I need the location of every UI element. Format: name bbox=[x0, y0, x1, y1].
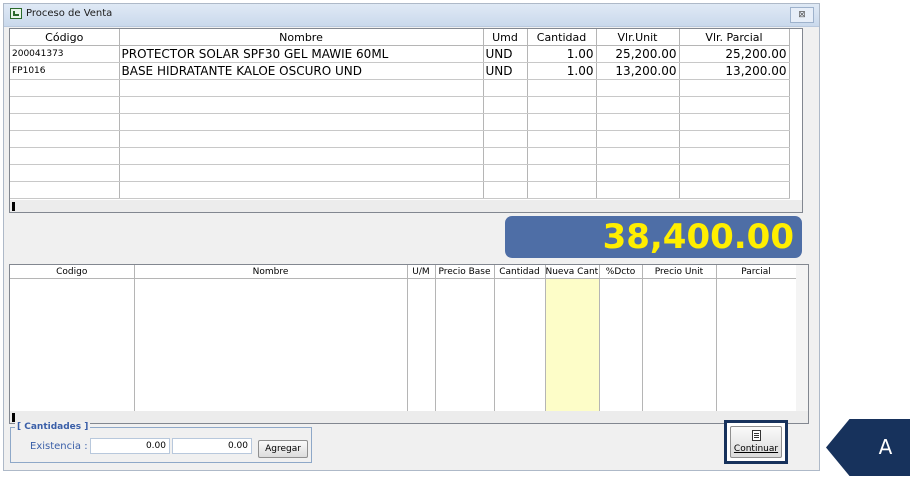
grid-header-row: Codigo Nombre U/M Precio Base Cantidad N… bbox=[10, 265, 797, 279]
app-icon bbox=[10, 8, 22, 19]
cell-nombre[interactable]: PROTECTOR SOLAR SPF30 GEL MAWIE 60ML bbox=[119, 45, 484, 63]
existencia-field[interactable]: 0.00 bbox=[90, 438, 170, 454]
cell-codigo[interactable]: FP1016 bbox=[10, 62, 120, 80]
callout-label: A bbox=[878, 435, 893, 459]
document-icon bbox=[752, 430, 761, 441]
column-header-precio-base[interactable]: Precio Base bbox=[435, 265, 495, 279]
table-row[interactable]: FP1016 BASE HIDRATANTE KALOE OSCURO UND … bbox=[10, 62, 790, 80]
empty-row[interactable] bbox=[10, 278, 797, 411]
empty-row[interactable] bbox=[10, 79, 790, 97]
window-title: Proceso de Venta bbox=[26, 8, 113, 19]
grid-vertical-scrollbar[interactable] bbox=[796, 265, 808, 411]
column-header-cantidad[interactable]: Cantidad bbox=[494, 265, 546, 279]
cell-cantidad[interactable]: 1.00 bbox=[527, 45, 597, 63]
cell-cantidad[interactable]: 1.00 bbox=[527, 62, 597, 80]
empty-row[interactable] bbox=[10, 181, 790, 199]
grid-horizontal-scrollbar[interactable] bbox=[10, 200, 802, 212]
cell-umd[interactable]: UND bbox=[483, 62, 528, 80]
cell-vlr-unit[interactable]: 13,200.00 bbox=[596, 62, 680, 80]
cantidades-title: [ Cantidades ] bbox=[15, 422, 91, 432]
column-header-precio-unit[interactable]: Precio Unit bbox=[642, 265, 717, 279]
column-header-dcto[interactable]: %Dcto bbox=[599, 265, 643, 279]
row-marker bbox=[12, 202, 15, 211]
column-header-codigo[interactable]: Código bbox=[10, 29, 120, 46]
callout-arrow: A bbox=[826, 419, 910, 476]
continuar-button[interactable]: Continuar bbox=[730, 426, 782, 458]
empty-row[interactable] bbox=[10, 130, 790, 148]
nueva-cantidad-column[interactable] bbox=[545, 278, 600, 411]
quantity-field[interactable]: 0.00 bbox=[172, 438, 252, 454]
cell-umd[interactable]: UND bbox=[483, 45, 528, 63]
column-header-codigo[interactable]: Codigo bbox=[10, 265, 135, 279]
table-row[interactable]: 200041373 PROTECTOR SOLAR SPF30 GEL MAWI… bbox=[10, 45, 790, 63]
column-header-nueva-cantidad[interactable]: Nueva Cantidad bbox=[545, 265, 600, 279]
total-display: 38,400.00 bbox=[505, 216, 802, 258]
sale-items-grid[interactable]: Código Nombre Umd Cantidad Vlr.Unit Vlr.… bbox=[9, 28, 803, 213]
empty-row[interactable] bbox=[10, 147, 790, 165]
cantidades-groupbox: [ Cantidades ] Existencia : 0.00 0.00 Ag… bbox=[10, 422, 312, 463]
cell-vlr-parcial[interactable]: 25,200.00 bbox=[679, 45, 790, 63]
cell-codigo[interactable]: 200041373 bbox=[10, 45, 120, 63]
row-marker bbox=[12, 413, 15, 422]
column-header-umd[interactable]: Umd bbox=[483, 29, 528, 46]
column-header-nombre[interactable]: Nombre bbox=[119, 29, 484, 46]
column-header-vlr-parcial[interactable]: Vlr. Parcial bbox=[679, 29, 790, 46]
empty-row[interactable] bbox=[10, 113, 790, 131]
grid-horizontal-scrollbar[interactable] bbox=[10, 411, 808, 423]
empty-row[interactable] bbox=[10, 164, 790, 182]
close-button[interactable]: ⊠ bbox=[790, 7, 814, 23]
product-detail-grid[interactable]: Codigo Nombre U/M Precio Base Cantidad N… bbox=[9, 264, 809, 424]
continuar-label: Continuar bbox=[733, 444, 779, 454]
grid-header-row: Código Nombre Umd Cantidad Vlr.Unit Vlr.… bbox=[10, 29, 790, 46]
column-header-um[interactable]: U/M bbox=[407, 265, 436, 279]
cell-vlr-parcial[interactable]: 13,200.00 bbox=[679, 62, 790, 80]
existencia-label: Existencia : bbox=[30, 441, 88, 452]
cell-nombre[interactable]: BASE HIDRATANTE KALOE OSCURO UND bbox=[119, 62, 484, 80]
column-header-nombre[interactable]: Nombre bbox=[134, 265, 408, 279]
title-bar: Proceso de Venta ⊠ bbox=[4, 4, 819, 27]
cell-vlr-unit[interactable]: 25,200.00 bbox=[596, 45, 680, 63]
agregar-button[interactable]: Agregar bbox=[258, 440, 308, 458]
empty-row[interactable] bbox=[10, 96, 790, 114]
continuar-highlight: Continuar bbox=[724, 420, 788, 464]
column-header-vlr-unit[interactable]: Vlr.Unit bbox=[596, 29, 680, 46]
column-header-cantidad[interactable]: Cantidad bbox=[527, 29, 597, 46]
column-header-parcial[interactable]: Parcial bbox=[716, 265, 797, 279]
